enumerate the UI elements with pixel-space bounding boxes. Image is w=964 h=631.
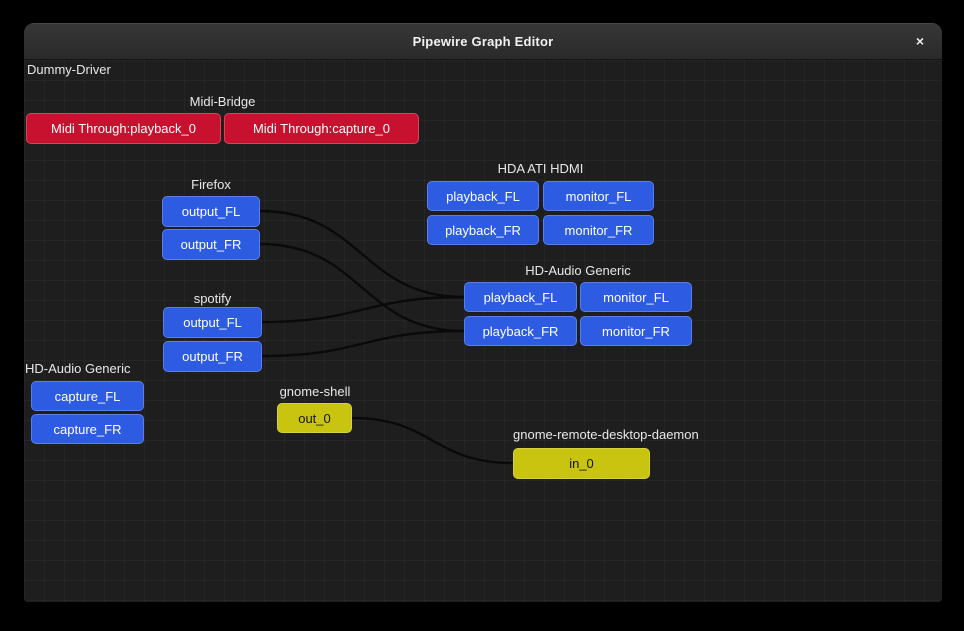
port-hd-audio-generic-out-monitor_FR[interactable]: monitor_FR [580, 316, 692, 346]
app-window: Pipewire Graph Editor × Dummy-Driver Midi… [24, 23, 942, 602]
link-spotify-output_FR-to-hd-audio-generic-playback_FR[interactable] [262, 331, 464, 356]
port-hda-ati-hdmi-monitor_FL[interactable]: monitor_FL [543, 181, 654, 211]
port-gnome-shell-out_0[interactable]: out_0 [277, 403, 352, 433]
node-label-hd-audio-generic-out[interactable]: HD-Audio Generic [464, 263, 692, 278]
node-label-gnome-shell[interactable]: gnome-shell [240, 384, 390, 399]
port-hda-ati-hdmi-playback_FR[interactable]: playback_FR [427, 215, 539, 245]
port-hd-audio-generic-out-playback_FL[interactable]: playback_FL [464, 282, 577, 312]
port-hd-audio-generic-out-playback_FR[interactable]: playback_FR [464, 316, 577, 346]
port-hd-audio-generic-out-monitor_FL[interactable]: monitor_FL [580, 282, 692, 312]
port-firefox-output_FL[interactable]: output_FL [162, 196, 260, 227]
graph-canvas[interactable]: Dummy-Driver Midi-Bridge Midi Through:play… [24, 60, 942, 602]
window-titlebar[interactable]: Pipewire Graph Editor × [24, 23, 942, 60]
link-gnome-shell-out_0-to-gnome-remote-desktop-daemon-in_0[interactable] [352, 418, 513, 463]
link-firefox-output_FR-to-hd-audio-generic-playback_FR[interactable] [260, 244, 464, 331]
node-label-hda-ati-hdmi[interactable]: HDA ATI HDMI [427, 161, 654, 176]
port-hd-audio-generic-in-capture_FL[interactable]: capture_FL [31, 381, 144, 411]
port-midi-bridge-Midi Through:playback_0[interactable]: Midi Through:playback_0 [26, 113, 221, 144]
node-label-hd-audio-generic-in[interactable]: HD-Audio Generic [25, 361, 225, 376]
port-spotify-output_FL[interactable]: output_FL [163, 307, 262, 338]
node-label-dummy-driver[interactable]: Dummy-Driver [27, 62, 227, 77]
node-label-gnome-remote-desktop-daemon[interactable]: gnome-remote-desktop-daemon [513, 427, 743, 442]
port-hd-audio-generic-in-capture_FR[interactable]: capture_FR [31, 414, 144, 444]
node-label-spotify[interactable]: spotify [163, 291, 262, 306]
window-title: Pipewire Graph Editor [413, 34, 554, 49]
node-label-midi-bridge[interactable]: Midi-Bridge [26, 94, 419, 109]
port-hda-ati-hdmi-playback_FL[interactable]: playback_FL [427, 181, 539, 211]
port-hda-ati-hdmi-monitor_FR[interactable]: monitor_FR [543, 215, 654, 245]
port-gnome-remote-desktop-daemon-in_0[interactable]: in_0 [513, 448, 650, 479]
close-button[interactable]: × [908, 29, 932, 53]
node-label-firefox[interactable]: Firefox [162, 177, 260, 192]
port-firefox-output_FR[interactable]: output_FR [162, 229, 260, 260]
link-spotify-output_FL-to-hd-audio-generic-playback_FL[interactable] [262, 297, 464, 322]
port-midi-bridge-Midi Through:capture_0[interactable]: Midi Through:capture_0 [224, 113, 419, 144]
